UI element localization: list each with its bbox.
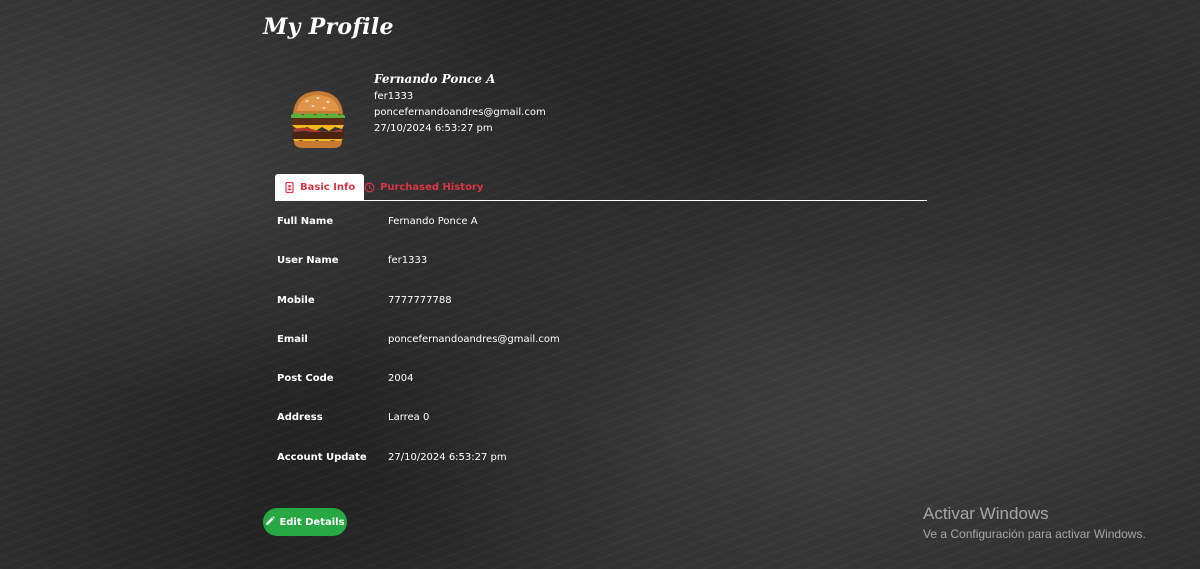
pencil-icon [265,515,276,529]
table-row: Mobile 7777777788 [277,281,927,320]
tab-purchased-history[interactable]: Purchased History [355,174,492,200]
full-name-value: Fernando Ponce A [388,216,478,227]
email-label: Email [277,333,308,345]
watermark-title: Activar Windows [923,504,1049,523]
edit-details-label: Edit Details [279,516,345,528]
user-name-label: User Name [277,255,339,267]
post-code-label: Post Code [277,373,334,385]
table-row: Full Name Fernando Ponce A [277,202,927,241]
mobile-label: Mobile [277,294,315,306]
watermark-subtitle: Ve a Configuración para activar Windows. [923,527,1146,541]
user-name-value: fer1333 [388,255,428,267]
profile-email: poncefernandoandres@gmail.com [374,107,546,118]
profile-username: fer1333 [374,91,414,102]
tab-basic-info[interactable]: Basic Info [275,174,365,200]
tab-basic-info-label: Basic Info [300,181,356,193]
profile-summary: Fernando Ponce A fer1333 poncefernandoan… [374,70,546,137]
tab-purchased-history-label: Purchased History [380,181,484,193]
table-row: Account Update 27/10/2024 6:53:27 pm [277,438,927,477]
profile-name: Fernando Ponce A [374,72,496,86]
account-update-label: Account Update [277,451,367,463]
profile-updated: 27/10/2024 6:53:27 pm [374,123,493,134]
table-row: Email poncefernandoandres@gmail.com [277,320,927,359]
profile-header: Fernando Ponce A fer1333 poncefernandoan… [285,70,685,160]
profile-tabs: Basic Info Purchased History [275,174,927,201]
address-value: Larrea 0 [388,412,430,424]
post-code-value: 2004 [388,373,414,385]
history-icon [364,182,375,193]
table-row: Address Larrea 0 [277,398,927,437]
edit-details-button[interactable]: Edit Details [263,508,347,536]
id-badge-icon [284,181,295,193]
windows-activation-watermark: Activar Windows Ve a Configuración para … [923,503,1146,543]
address-label: Address [277,412,323,424]
full-name-label: Full Name [277,216,334,227]
account-update-value: 27/10/2024 6:53:27 pm [388,451,507,463]
page-title: My Profile [263,14,394,40]
email-value: poncefernandoandres@gmail.com [388,333,560,345]
basic-info-table: Full Name Fernando Ponce A User Name fer… [277,202,927,477]
mobile-value: 7777777788 [388,294,452,306]
burger-avatar-icon [285,84,351,150]
table-row: User Name fer1333 [277,241,927,280]
table-row: Post Code 2004 [277,359,927,398]
